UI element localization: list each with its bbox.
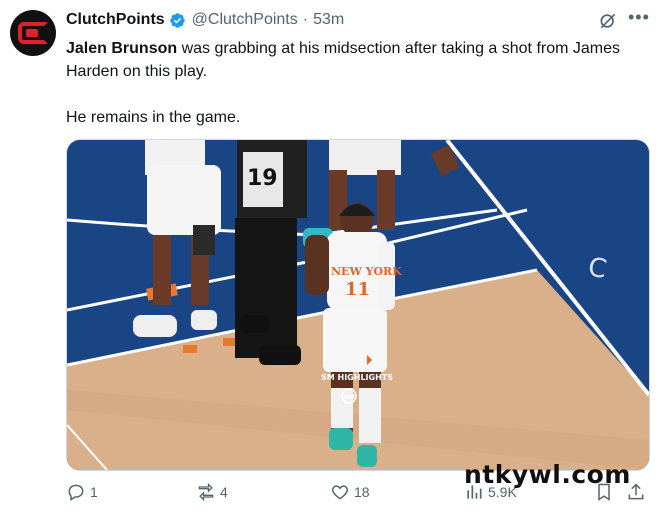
verified-badge-icon [169, 12, 185, 28]
avatar[interactable] [10, 10, 56, 56]
more-options-icon[interactable]: ••• [628, 8, 650, 28]
video-watermark-logo: SM [343, 393, 355, 401]
site-watermark: ntkywl.com [464, 460, 631, 489]
jersey-number: 11 [345, 279, 370, 300]
mention-name: Jalen Brunson [66, 40, 178, 57]
video-frame: C 19 NEW YORK 11 SM HIGHLIGHTS SM [67, 140, 649, 470]
like-count: 18 [354, 484, 370, 500]
separator-dot: · [302, 11, 309, 28]
author-handle[interactable]: @ClutchPoints [192, 11, 298, 29]
tweet-video[interactable]: C 19 NEW YORK 11 SM HIGHLIGHTS SM [66, 139, 650, 471]
referee: 19 [235, 140, 307, 365]
video-watermark-text: SM HIGHLIGHTS [321, 373, 393, 382]
ref-number: 19 [247, 166, 278, 191]
timestamp[interactable]: 53m [313, 11, 344, 29]
like-button[interactable]: 18 [330, 482, 370, 502]
grok-icon[interactable] [598, 11, 618, 31]
repost-button[interactable]: 4 [196, 482, 228, 502]
author-name[interactable]: ClutchPoints [66, 11, 165, 29]
heart-icon [331, 485, 349, 500]
tweet-header: ClutchPoints @ClutchPoints · 53m [66, 11, 344, 29]
reply-icon [68, 484, 84, 501]
tweet-text: Jalen Brunson was grabbing at his midsec… [66, 37, 646, 129]
reply-count: 1 [90, 484, 98, 500]
tweet-paragraph-2: He remains in the game. [66, 109, 241, 126]
repost-icon [198, 482, 214, 502]
clutchpoints-logo-icon [18, 22, 48, 44]
reply-button[interactable]: 1 [66, 482, 98, 502]
jersey-team-text: NEW YORK [331, 265, 402, 278]
tweet-paragraph-1: Jalen Brunson was grabbing at his midsec… [66, 37, 646, 83]
repost-count: 4 [220, 484, 228, 500]
